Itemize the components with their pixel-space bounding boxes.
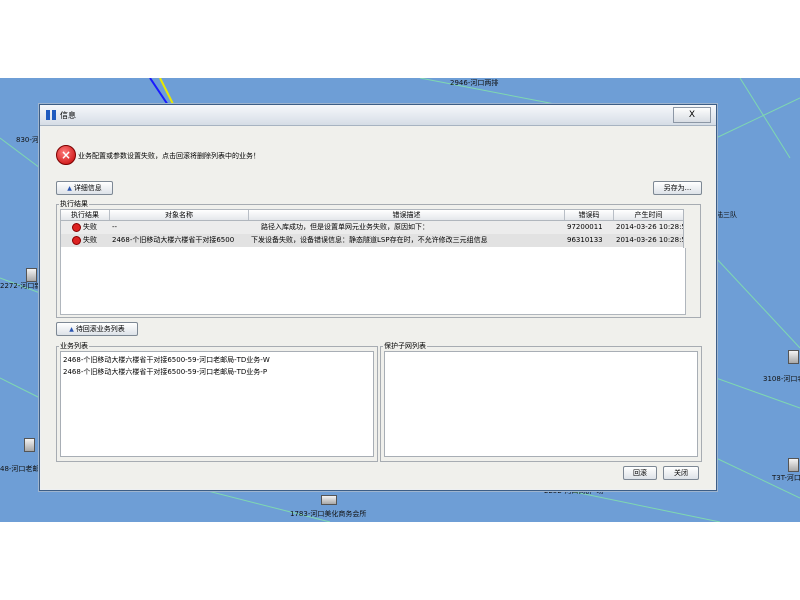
dialog-title: 信息	[60, 111, 76, 120]
rollback-button[interactable]: 回滚	[623, 466, 657, 480]
column-header[interactable]: 产生时间	[614, 210, 683, 220]
info-window-icon	[46, 110, 56, 120]
ne-device-icon[interactable]	[788, 458, 799, 472]
failure-status-icon	[72, 222, 81, 232]
map-node-label: 2946-河口两排	[450, 79, 499, 87]
object-cell: --	[112, 223, 118, 231]
status-text: 失败	[83, 223, 97, 231]
map-node-label: 1783-河口美化商务会所	[290, 510, 367, 518]
table-row[interactable]: 失败 -- 路径入库成功，但是设置单网元业务失败，原因如下： 97200011 …	[61, 221, 683, 234]
map-node-label: 2272-河口新	[0, 282, 42, 290]
results-table: 执行结果 对象名称 错误描述 错误码 产生时间 失败 -- 路径入库成功，但是设…	[60, 209, 684, 249]
time-cell: 2014-03-26 10:28:58	[616, 236, 683, 244]
column-header[interactable]: 执行结果	[61, 210, 110, 220]
service-list-title: 业务列表	[59, 342, 89, 351]
column-header[interactable]: 对象名称	[110, 210, 249, 220]
map-node-label: T3T-河口	[772, 474, 800, 482]
details-button[interactable]: ▲ 详细信息	[56, 181, 113, 195]
error-message: 业务配置或参数设置失败，点击回滚将删除列表中的业务！	[78, 152, 260, 160]
details-button-label: 详细信息	[73, 184, 102, 192]
error-icon: ×	[56, 145, 76, 165]
ne-device-icon[interactable]	[26, 268, 37, 282]
rollback-list-button[interactable]: ▲ 待回滚业务列表	[56, 322, 138, 336]
failure-status-icon	[72, 235, 81, 245]
status-text: 失败	[83, 236, 97, 244]
code-cell: 96310133	[567, 236, 603, 244]
dialog-titlebar[interactable]: 信息 X	[40, 105, 716, 126]
column-header[interactable]: 错误码	[565, 210, 614, 220]
description-cell: 路径入库成功，但是设置单网元业务失败，原因如下：	[261, 223, 429, 231]
list-item[interactable]: 2468-个旧移动大楼六楼省干对接6500-59-河口老邮局-TD业务-W	[63, 355, 270, 365]
results-table-header: 执行结果 对象名称 错误描述 错误码 产生时间	[61, 210, 683, 221]
expand-up-icon: ▲	[69, 326, 74, 333]
map-node-label: 3108-河口老	[763, 375, 800, 383]
results-group-title: 执行结果	[59, 200, 89, 209]
code-cell: 97200011	[567, 223, 603, 231]
column-header[interactable]: 错误描述	[249, 210, 565, 220]
status-cell: 失败	[72, 221, 108, 234]
save-as-button[interactable]: 另存为...	[653, 181, 702, 195]
results-group: 执行结果 执行结果 对象名称 错误描述 错误码 产生时间 失败 -- 路径入库成…	[56, 200, 701, 318]
results-table-empty-area	[60, 248, 686, 315]
map-node-label: 陆三队	[716, 211, 737, 219]
map-node-label: 48-河口老邮	[0, 465, 40, 473]
close-button[interactable]: 关闭	[663, 466, 699, 480]
status-cell: 失败	[72, 234, 108, 247]
service-listbox[interactable]: 2468-个旧移动大楼六楼省干对接6500-59-河口老邮局-TD业务-W 24…	[60, 351, 374, 457]
service-list-group: 业务列表 2468-个旧移动大楼六楼省干对接6500-59-河口老邮局-TD业务…	[56, 342, 378, 462]
ne-device-icon[interactable]	[321, 495, 337, 505]
protection-listbox[interactable]	[384, 351, 698, 457]
protection-list-title: 保护子网列表	[383, 342, 427, 351]
ne-device-icon[interactable]	[24, 438, 35, 452]
object-cell: 2468-个旧移动大楼六楼省干对接6500	[112, 236, 235, 244]
protection-list-group: 保护子网列表	[380, 342, 702, 462]
ne-device-icon[interactable]	[788, 350, 799, 364]
expand-up-icon: ▲	[67, 185, 72, 192]
dialog-content: × 业务配置或参数设置失败，点击回滚将删除列表中的业务！ ▲ 详细信息 另存为..…	[41, 126, 715, 489]
list-item[interactable]: 2468-个旧移动大楼六楼省干对接6500-59-河口老邮局-TD业务-P	[63, 367, 267, 377]
close-window-button[interactable]: X	[673, 107, 711, 123]
time-cell: 2014-03-26 10:28:58	[616, 223, 683, 231]
info-dialog: 信息 X × 业务配置或参数设置失败，点击回滚将删除列表中的业务！ ▲ 详细信息 …	[39, 104, 717, 491]
description-cell: 下发设备失败，设备错误信息：静态隧道LSP存在时，不允许修改三元组信息	[251, 236, 488, 244]
table-row[interactable]: 失败 2468-个旧移动大楼六楼省干对接6500 下发设备失败，设备错误信息：静…	[61, 234, 683, 247]
rollback-list-button-label: 待回滚业务列表	[75, 325, 125, 333]
